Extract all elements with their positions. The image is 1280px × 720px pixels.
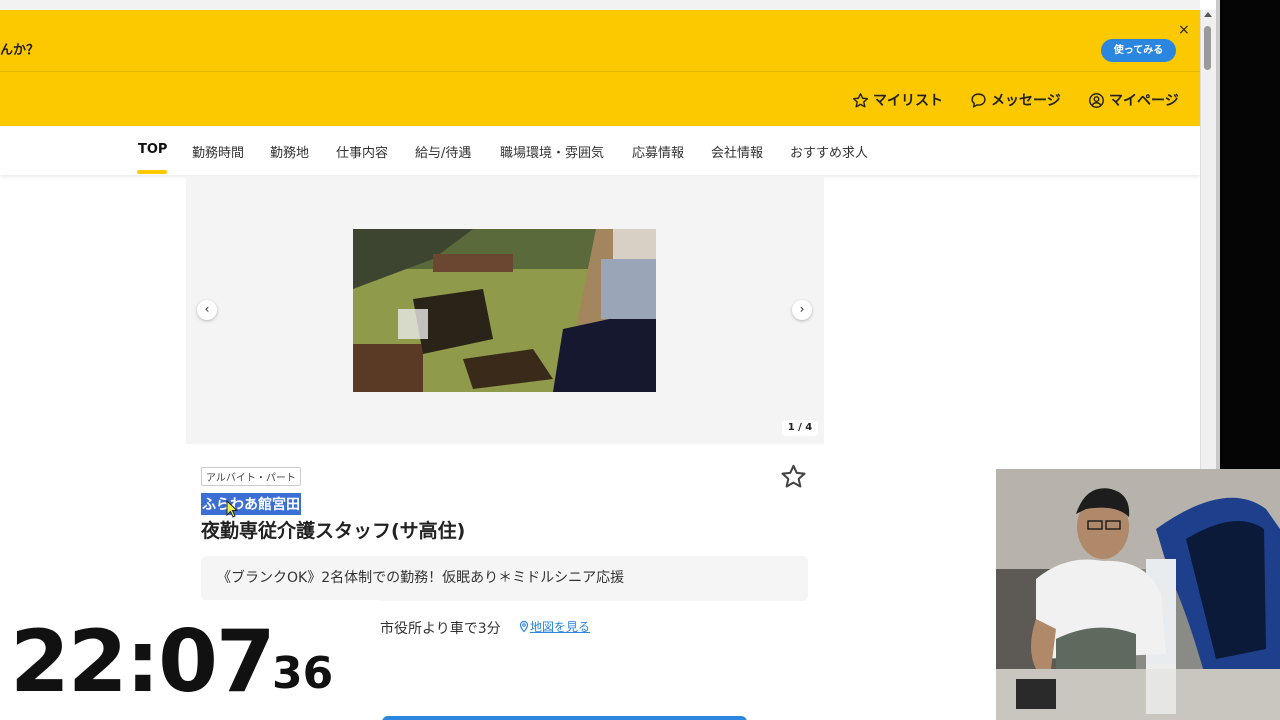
speech-bubble-icon <box>971 92 986 108</box>
clock-seconds: 36 <box>272 648 334 699</box>
promo-banner: んか？ 使ってみる × <box>0 10 1200 72</box>
gallery-photo <box>353 229 656 392</box>
messages-label: メッセージ <box>991 93 1061 109</box>
tab-recommended-jobs[interactable]: おすすめ求人 <box>790 142 868 161</box>
messages-link[interactable]: メッセージ <box>970 90 1061 110</box>
tab-environment[interactable]: 職場環境・雰囲気 <box>500 142 604 161</box>
close-icon[interactable]: × <box>1178 22 1190 38</box>
tab-salary[interactable]: 給与/待遇 <box>415 142 471 161</box>
view-map-label: 地図を見る <box>530 620 591 634</box>
tab-job-description[interactable]: 仕事内容 <box>336 142 388 161</box>
gallery-prev-button[interactable]: ‹ <box>197 300 217 320</box>
mypage-label: マイページ <box>1109 93 1179 109</box>
active-tab-indicator <box>137 170 167 174</box>
tab-application-info[interactable]: 応募情報 <box>632 142 684 161</box>
promo-banner-text: んか？ <box>0 43 40 58</box>
browser-top-strip <box>0 0 1200 10</box>
user-circle-icon <box>1089 92 1104 108</box>
access-info: 市役所より車で3分 <box>380 621 501 637</box>
tab-work-location[interactable]: 勤務地 <box>270 142 309 161</box>
scroll-thumb[interactable] <box>1204 26 1211 70</box>
view-map-link[interactable]: 地図を見る <box>518 618 590 635</box>
star-icon <box>781 464 806 488</box>
tab-working-hours[interactable]: 勤務時間 <box>192 142 244 161</box>
company-name[interactable]: ふらわあ館宮田 <box>201 493 301 515</box>
mylist-label: マイリスト <box>873 93 943 109</box>
site-header: マイリスト メッセージ マイページ <box>0 72 1200 126</box>
scroll-up-icon[interactable] <box>1204 12 1212 17</box>
employment-type-tag: アルバイト・パート <box>201 467 301 486</box>
photo-gallery: ‹ › 1 / 4 <box>186 176 824 444</box>
mylist-link[interactable]: マイリスト <box>852 90 943 110</box>
tab-company-info[interactable]: 会社情報 <box>711 142 763 161</box>
favorite-button[interactable] <box>780 463 807 494</box>
webcam-overlay <box>996 469 1280 720</box>
try-it-button[interactable]: 使ってみる <box>1101 39 1176 62</box>
map-pin-icon <box>519 620 529 633</box>
clock-overlay: 22:07 36 <box>0 600 380 720</box>
star-icon <box>852 92 869 108</box>
clock-hours-minutes: 22:07 <box>10 612 276 712</box>
gallery-counter: 1 / 4 <box>782 420 818 436</box>
section-tabs: TOP 勤務時間 勤務地 仕事内容 給与/待遇 職場環境・雰囲気 応募情報 会社… <box>0 126 1200 175</box>
tab-top[interactable]: TOP <box>138 142 167 157</box>
apply-button[interactable] <box>382 716 747 720</box>
gallery-next-button[interactable]: › <box>792 300 812 320</box>
catch-copy: 《ブランクOK》2名体制での勤務！仮眠あり＊ミドルシニア応援 <box>201 556 808 601</box>
job-title: 夜勤専従介護スタッフ(サ高住) <box>201 520 466 542</box>
mypage-link[interactable]: マイページ <box>1088 90 1179 110</box>
